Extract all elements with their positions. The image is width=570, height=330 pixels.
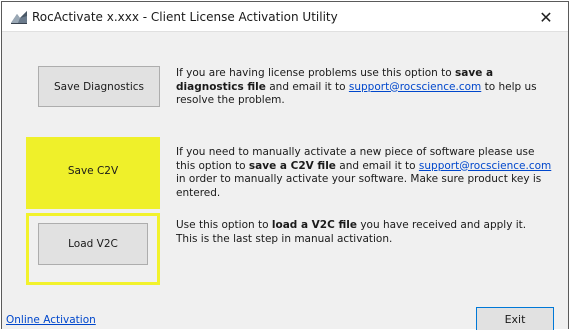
save-diagnostics-description: If you are having license problems use t… <box>176 67 548 108</box>
description-text: If you are having license problems use t… <box>176 67 456 79</box>
description-text: Use this option to <box>176 219 272 231</box>
save-diagnostics-label: Save Diagnostics <box>53 80 145 93</box>
exit-button[interactable]: Exit <box>476 307 554 330</box>
save-c2v-label: Save C2V <box>67 165 119 177</box>
description-text: and email it to <box>335 159 419 172</box>
load-v2c-description: Use this option to load a V2C file you h… <box>176 219 548 246</box>
close-icon: ✕ <box>539 7 553 27</box>
description-text: and email it to <box>265 80 349 93</box>
title-bar: RocActivate x.xxx - Client License Activ… <box>2 2 568 32</box>
load-v2c-label: Load V2C <box>68 238 118 250</box>
save-c2v-description: If you need to manually activate a new p… <box>176 146 554 200</box>
save-c2v-button[interactable]: Save C2V <box>38 151 148 191</box>
description-bold: load a V2C file <box>271 219 357 231</box>
window-title: RocActivate x.xxx - Client License Activ… <box>32 10 338 24</box>
dialog-body: Save Diagnostics If you are having licen… <box>2 33 568 330</box>
online-activation-link[interactable]: Online Activation <box>6 314 96 326</box>
rocscience-app-icon <box>11 11 27 24</box>
close-button[interactable]: ✕ <box>524 2 568 32</box>
description-bold: save a C2V file <box>248 159 336 172</box>
license-activation-window: RocActivate x.xxx - Client License Activ… <box>1 1 569 330</box>
load-v2c-button[interactable]: Load V2C <box>38 223 148 265</box>
description-text: in order to manually activate your softw… <box>176 173 542 199</box>
save-diagnostics-button[interactable]: Save Diagnostics <box>38 66 160 107</box>
exit-label: Exit <box>504 312 526 326</box>
support-email-link[interactable]: support@rocscience.com <box>419 160 551 172</box>
support-email-link[interactable]: support@rocscience.com <box>349 81 481 93</box>
